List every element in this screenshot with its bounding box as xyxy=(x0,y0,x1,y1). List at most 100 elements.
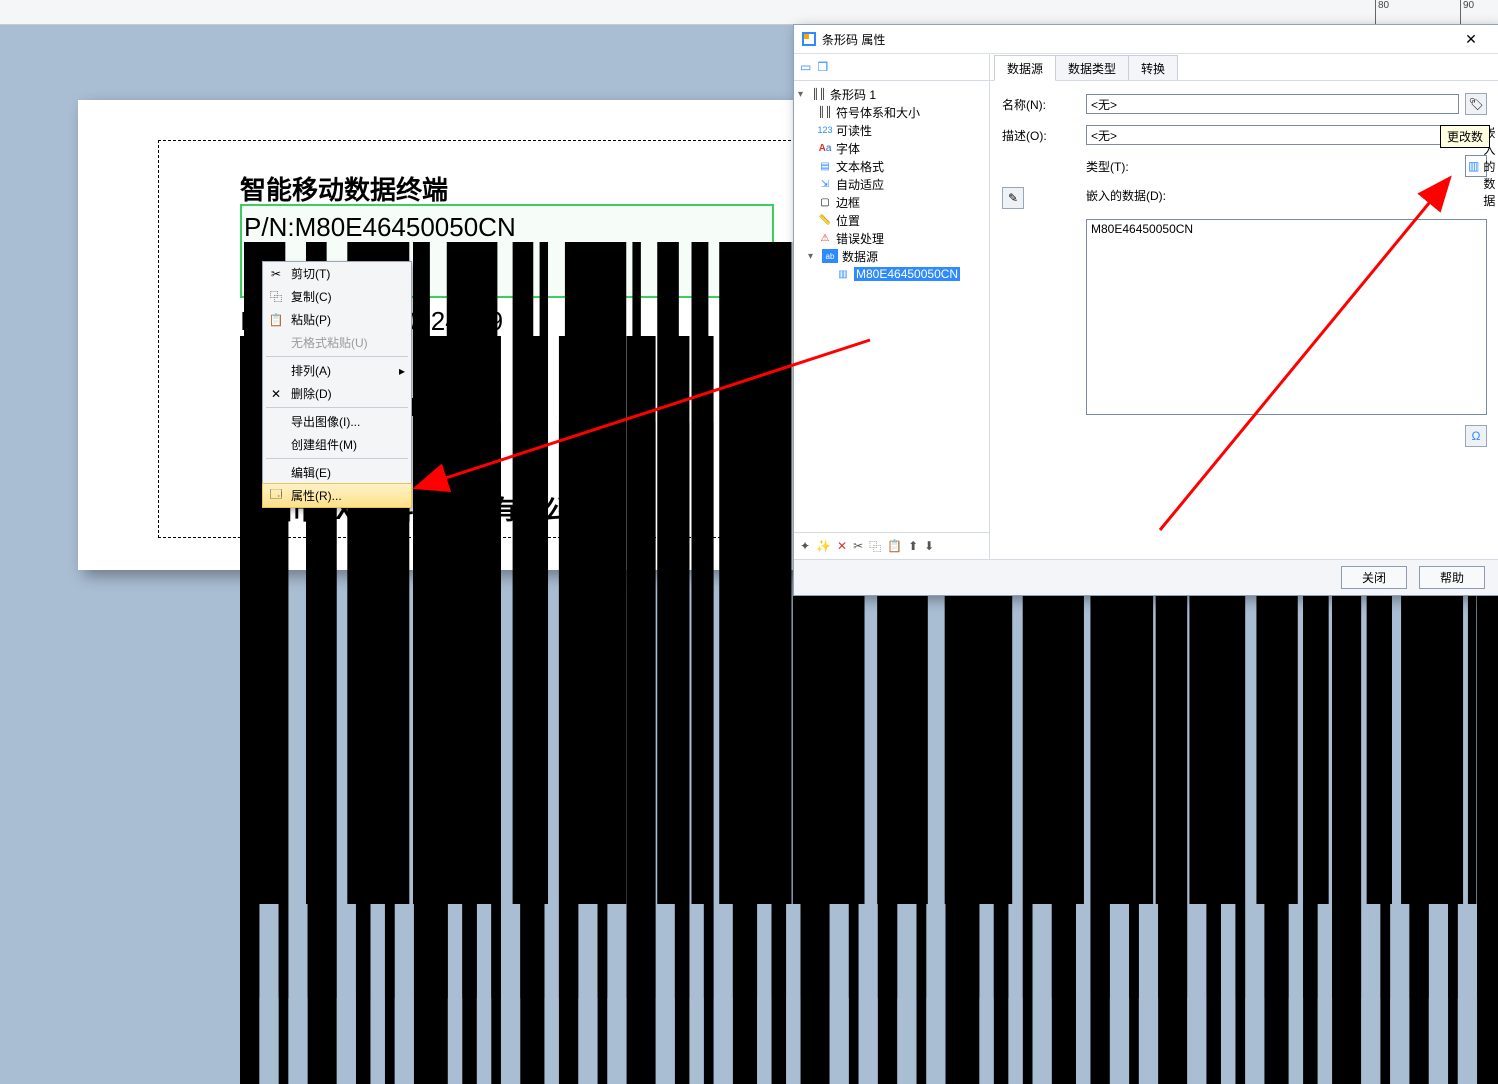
paste-icon[interactable]: 📋 xyxy=(887,539,902,553)
ctx-export-image[interactable]: 导出图像(I)... xyxy=(263,410,411,433)
tree-label: 位置 xyxy=(836,212,860,229)
tree-label: 错误处理 xyxy=(836,230,884,247)
property-tree[interactable]: ▾║║条形码 1 ║║符号体系和大小 123可读性 Aa字体 ▤文本格式 ⇲自动… xyxy=(794,81,989,532)
tree-border[interactable]: ▢ 边框 xyxy=(796,193,987,211)
tree-datasource-item[interactable]: ▥M80E46450050CN xyxy=(796,265,987,283)
ctx-paste-unformatted-label: 无格式粘贴(U) xyxy=(291,334,368,351)
properties-dialog: 条形码 属性 ✕ ▭ ❐ ▾║║条形码 1 ║║符号体系和大小 123可读性 A… xyxy=(793,24,1498,596)
tree-error[interactable]: ⚠ 错误处理 xyxy=(796,229,987,247)
tree-toolbar: ▭ ❐ xyxy=(794,54,989,81)
tree-autofit[interactable]: ⇲自动适应 xyxy=(796,175,987,193)
ctx-delete[interactable]: ✕删除(D) xyxy=(263,382,411,405)
paste-icon: 📋 xyxy=(267,313,285,327)
tree-label: 数据源 xyxy=(842,248,878,265)
wizard-icon[interactable]: ✨ xyxy=(816,539,831,553)
dialog-body: ▭ ❐ ▾║║条形码 1 ║║符号体系和大小 123可读性 Aa字体 ▤文本格式… xyxy=(794,54,1498,559)
type-label: 类型(T): xyxy=(1086,158,1459,175)
barcode-icon: ║║ xyxy=(812,87,826,101)
copy-icon: ⿻ xyxy=(267,288,285,305)
pn-prefix: P/N: xyxy=(244,212,295,242)
copy-icon[interactable]: ⿻ xyxy=(869,538,881,555)
tree-font[interactable]: Aa 字体 xyxy=(796,139,987,157)
desc-label: 描述(O): xyxy=(1002,127,1080,144)
up-arrow-icon[interactable]: ⬆ xyxy=(908,539,918,553)
error-icon: ⚠ xyxy=(818,231,832,245)
ctx-delete-label: 删除(D) xyxy=(291,385,332,402)
close-button[interactable]: 关闭 xyxy=(1341,566,1407,589)
desc-input[interactable] xyxy=(1086,125,1487,145)
tree-barcode-root[interactable]: ▾║║条形码 1 xyxy=(796,85,987,103)
ctx-arrange[interactable]: 排列(A)▸ xyxy=(263,359,411,382)
ctx-create-component[interactable]: 创建组件(M) xyxy=(263,433,411,456)
edit-icon: ✎ xyxy=(1008,191,1018,205)
down-arrow-icon[interactable]: ⬇ xyxy=(924,539,934,553)
database-icon: ▥ xyxy=(1468,159,1479,173)
tree-label: 字体 xyxy=(836,140,860,157)
layers-icon[interactable]: ❐ xyxy=(817,60,828,74)
dialog-footer: 关闭 帮助 xyxy=(794,559,1498,595)
tree-label: 符号体系和大小 xyxy=(836,104,920,121)
ctx-paste[interactable]: 📋 粘贴(P) xyxy=(263,308,411,331)
name-picker-button[interactable]: 🏷 xyxy=(1465,93,1487,115)
label-title[interactable]: 智能移动数据终端 xyxy=(240,170,448,207)
change-type-button[interactable]: ✎ xyxy=(1002,187,1024,209)
properties-icon: 🗔 xyxy=(267,485,285,506)
collapse-icon[interactable]: ▾ xyxy=(798,89,808,100)
form-pane: 数据源 数据类型 转换 名称(N): 🏷 描述(O): 类型(T): ▥ 嵌入的… xyxy=(990,54,1498,559)
tree-label: 边框 xyxy=(836,194,860,211)
tree-textformat[interactable]: ▤文本格式 xyxy=(796,157,987,175)
ctx-edit[interactable]: 编辑(E) xyxy=(263,461,411,484)
barcode-icon: ║║ xyxy=(818,105,832,119)
tree-datasource[interactable]: ▾ab数据源 xyxy=(796,247,987,265)
new-icon[interactable]: ✦ xyxy=(800,539,810,553)
omega-icon: Ω xyxy=(1472,429,1481,443)
top-ruler: 80 90 xyxy=(0,0,1498,25)
ctx-copy-label: 复制(C) xyxy=(291,288,332,305)
dialog-titlebar[interactable]: 条形码 属性 ✕ xyxy=(794,25,1498,54)
scissors-icon: ✂ xyxy=(267,267,285,281)
tooltip: 更改数 xyxy=(1440,125,1490,148)
embedded-data-input[interactable] xyxy=(1086,219,1487,415)
tag-icon: 🏷 xyxy=(1468,97,1483,111)
ctx-create-component-label: 创建组件(M) xyxy=(291,436,357,453)
ctx-cut-label: 剪切(T) xyxy=(291,265,330,282)
ctx-export-image-label: 导出图像(I)... xyxy=(291,413,360,430)
delete-icon[interactable]: ✕ xyxy=(837,539,847,553)
m-label[interactable]: M xyxy=(772,468,790,494)
ctx-arrange-label: 排列(A) xyxy=(291,362,331,379)
tree-pane: ▭ ❐ ▾║║条形码 1 ║║符号体系和大小 123可读性 Aa字体 ▤文本格式… xyxy=(794,54,990,559)
cut-icon[interactable]: ✂ xyxy=(853,539,863,553)
select-rect-icon[interactable]: ▭ xyxy=(800,60,811,74)
tree-bottom-toolbar: ✦ ✨ ✕ ✂ ⿻ 📋 ⬆ ⬇ xyxy=(794,532,989,559)
insert-symbol-button[interactable]: Ω xyxy=(1465,425,1487,447)
data-label: 嵌入的数据(D): xyxy=(1086,187,1459,204)
number-icon: 123 xyxy=(818,123,832,137)
collapse-icon[interactable]: ▾ xyxy=(808,251,818,262)
border-icon: ▢ xyxy=(818,195,832,209)
font-icon: Aa xyxy=(818,141,832,155)
name-input[interactable] xyxy=(1086,94,1459,114)
ctx-cut[interactable]: ✂ 剪切(T) xyxy=(263,262,411,285)
dialog-title: 条形码 属性 xyxy=(822,31,885,48)
pn-text[interactable]: P/N:M80E46450050CN xyxy=(244,212,516,243)
dialog-close-button[interactable]: ✕ xyxy=(1451,27,1491,51)
tab-datasource[interactable]: 数据源 xyxy=(994,55,1056,81)
ctx-paste-unformatted: 无格式粘贴(U) xyxy=(263,331,411,354)
ctx-properties-label: 属性(R)... xyxy=(291,487,342,504)
app-logo-icon xyxy=(802,32,816,46)
ruler-icon: 📏 xyxy=(818,213,832,227)
tree-position[interactable]: 📏 位置 xyxy=(796,211,987,229)
help-button[interactable]: 帮助 xyxy=(1419,566,1485,589)
autofit-icon: ⇲ xyxy=(818,177,832,191)
ctx-paste-label: 粘贴(P) xyxy=(291,311,331,328)
context-menu: ✂ 剪切(T) ⿻复制(C) 📋 粘贴(P) 无格式粘贴(U) 排列(A)▸ ✕删除… xyxy=(262,261,412,508)
tree-label: M80E46450050CN xyxy=(854,267,960,281)
ctx-properties[interactable]: 🗔 属性(R)... xyxy=(262,483,412,508)
tree-symbology[interactable]: ║║ 符号体系和大小 xyxy=(796,103,987,121)
tree-readability[interactable]: 123可读性 xyxy=(796,121,987,139)
tab-transform[interactable]: 转换 xyxy=(1128,55,1178,80)
ctx-copy[interactable]: ⿻复制(C) xyxy=(263,285,411,308)
tab-datatype[interactable]: 数据类型 xyxy=(1055,55,1129,80)
pn-value: M80E46450050CN xyxy=(295,212,516,242)
textformat-icon: ▤ xyxy=(818,159,832,173)
